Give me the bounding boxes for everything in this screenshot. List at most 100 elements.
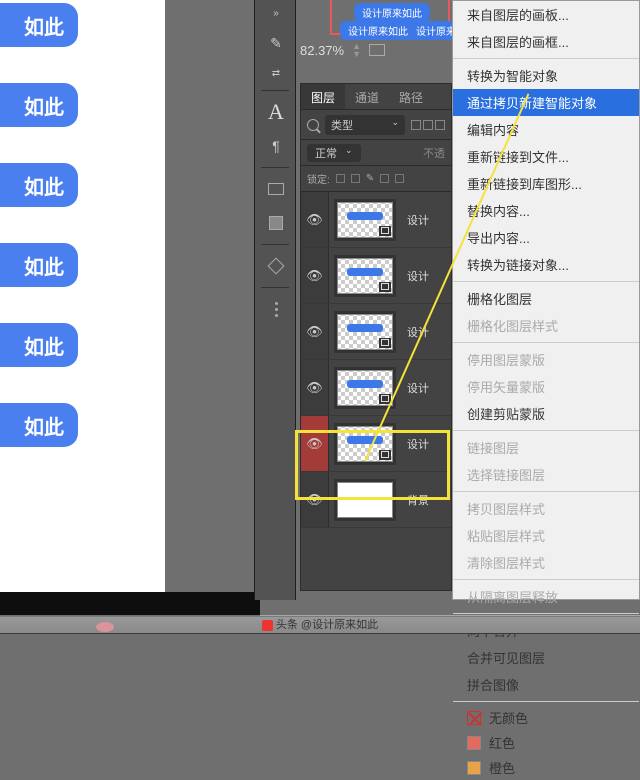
layer-row[interactable]: 👁 设计	[301, 360, 451, 416]
layer-thumbnail[interactable]	[334, 199, 396, 241]
smart-object-icon	[379, 338, 391, 348]
menu-disable-layer-mask: 停用图层蒙版	[453, 346, 639, 373]
watermark-logo-icon	[262, 620, 273, 631]
menu-copy-layer-style: 拷贝图层样式	[453, 495, 639, 522]
menu-replace-contents[interactable]: 替换内容...	[453, 197, 639, 224]
visibility-toggle[interactable]: 👁	[301, 304, 329, 359]
layer-row[interactable]: 👁 设计	[301, 192, 451, 248]
tool-options-strip: » ✎ ⇄ A ¶	[254, 0, 296, 600]
menu-release-isolation: 从隔离图层释放	[453, 583, 639, 610]
watermark: 头条 @设计原来如此	[0, 615, 640, 633]
lock-all-icon[interactable]	[395, 174, 404, 183]
zoom-control[interactable]: 82.37% ▲▼	[300, 42, 385, 58]
type-tool-icon[interactable]: A	[268, 99, 284, 125]
swap-icon[interactable]: ⇄	[255, 60, 297, 86]
visibility-toggle[interactable]: 👁	[301, 472, 329, 527]
square-icon[interactable]	[255, 206, 297, 240]
lock-brush-icon[interactable]: ✎	[366, 173, 374, 184]
menu-clear-layer-style: 清除图层样式	[453, 549, 639, 576]
menu-new-smart-object-via-copy[interactable]: 通过拷贝新建智能对象	[453, 89, 639, 116]
layer-name[interactable]: 设计	[401, 324, 429, 340]
red-swatch-icon	[467, 736, 481, 750]
blend-mode-select[interactable]: 正常⌄	[307, 144, 361, 162]
fit-screen-icon[interactable]	[369, 44, 385, 56]
menu-convert-smart-object[interactable]: 转换为智能对象	[453, 62, 639, 89]
menu-flatten[interactable]: 拼合图像	[453, 671, 639, 698]
canvas-chip: 设计原来如此	[340, 21, 416, 40]
layer-thumbnail[interactable]	[334, 255, 396, 297]
menu-edit-contents[interactable]: 编辑内容	[453, 116, 639, 143]
smart-object-icon	[379, 394, 391, 404]
layer-name[interactable]: 背景	[401, 492, 429, 508]
menu-create-clipping-mask[interactable]: 创建剪贴蒙版	[453, 400, 639, 427]
menu-rasterize-layer[interactable]: 栅格化图层	[453, 285, 639, 312]
canvas-pill: 如此	[0, 3, 78, 47]
lock-position-icon[interactable]	[351, 174, 360, 183]
menu-from-artboard[interactable]: 来自图层的画板...	[453, 1, 639, 28]
layer-row[interactable]: 👁 设计	[301, 416, 451, 472]
brush-tool-icon[interactable]: ✎	[255, 26, 297, 60]
layer-name[interactable]: 设计	[401, 268, 429, 284]
layer-row[interactable]: 👁 设计	[301, 248, 451, 304]
layer-thumbnail[interactable]	[334, 311, 396, 353]
collapse-icon[interactable]: »	[255, 0, 297, 26]
tab-layers[interactable]: 图层	[301, 84, 345, 109]
orange-swatch-icon	[467, 761, 481, 775]
layer-row[interactable]: 👁 背景	[301, 472, 451, 528]
menu-export-contents[interactable]: 导出内容...	[453, 224, 639, 251]
layer-thumbnail[interactable]	[334, 367, 396, 409]
menu-relink-library[interactable]: 重新链接到库图形...	[453, 170, 639, 197]
layer-name[interactable]: 设计	[401, 436, 429, 452]
menu-relink-file[interactable]: 重新链接到文件...	[453, 143, 639, 170]
layer-name[interactable]: 设计	[401, 380, 429, 396]
menu-color-orange[interactable]: 橙色	[453, 755, 639, 780]
smart-object-icon	[379, 226, 391, 236]
canvas-pill: 如此	[0, 243, 78, 287]
canvas-pill: 如此	[0, 403, 78, 447]
layers-panel: 图层 通道 路径 类型⌄ 正常⌄ 不透 锁定: ✎ 👁 设计 👁 设计 👁 设计 👁 设…	[300, 83, 452, 591]
no-color-icon	[467, 711, 481, 725]
zoom-stepper-icon[interactable]: ▲▼	[352, 42, 361, 58]
layers-list: 👁 设计 👁 设计 👁 设计 👁 设计 👁 设计 👁 背景	[301, 192, 451, 528]
layer-context-menu: 来自图层的画板... 来自图层的画框... 转换为智能对象 通过拷贝新建智能对象…	[452, 0, 640, 600]
layer-name[interactable]: 设计	[401, 212, 429, 228]
opacity-label: 不透	[423, 145, 445, 161]
lock-label: 锁定:	[307, 171, 330, 186]
smart-object-icon	[379, 282, 391, 292]
canvas-pill: 如此	[0, 83, 78, 127]
menu-rasterize-style: 栅格化图层样式	[453, 312, 639, 339]
lock-artboard-icon[interactable]	[380, 174, 389, 183]
smart-object-icon	[379, 450, 391, 460]
menu-merge-visible[interactable]: 合并可见图层	[453, 644, 639, 671]
layer-row[interactable]: 👁 设计	[301, 304, 451, 360]
canvas-document[interactable]: 如此 如此 如此 如此 如此 如此	[0, 0, 165, 600]
layer-thumbnail[interactable]	[334, 479, 396, 521]
tab-paths[interactable]: 路径	[389, 84, 433, 109]
menu-disable-vector-mask: 停用矢量蒙版	[453, 373, 639, 400]
menu-color-red[interactable]: 红色	[453, 730, 639, 755]
tab-channels[interactable]: 通道	[345, 84, 389, 109]
canvas-pill: 如此	[0, 323, 78, 367]
paragraph-icon[interactable]: ¶	[255, 129, 297, 163]
menu-link-layers: 链接图层	[453, 434, 639, 461]
menu-select-linked: 选择链接图层	[453, 461, 639, 488]
menu-paste-layer-style: 粘贴图层样式	[453, 522, 639, 549]
rect-icon[interactable]	[255, 172, 297, 206]
menu-convert-linked[interactable]: 转换为链接对象...	[453, 251, 639, 278]
search-icon[interactable]	[307, 119, 319, 131]
menu-from-frame[interactable]: 来自图层的画框...	[453, 28, 639, 55]
visibility-toggle[interactable]: 👁	[301, 360, 329, 415]
visibility-toggle[interactable]: 👁	[301, 248, 329, 303]
canvas-chip: 设计原来如此	[354, 3, 430, 22]
visibility-toggle[interactable]: 👁	[301, 192, 329, 247]
canvas-pill: 如此	[0, 163, 78, 207]
diamond-icon[interactable]	[255, 249, 297, 283]
zoom-value: 82.37%	[300, 43, 344, 58]
layer-thumbnail[interactable]	[334, 423, 396, 465]
lock-pixels-icon[interactable]	[336, 174, 345, 183]
filter-type-select[interactable]: 类型⌄	[325, 115, 405, 135]
filter-icons[interactable]	[411, 120, 445, 130]
more-icon[interactable]	[255, 292, 297, 326]
menu-color-none[interactable]: 无颜色	[453, 705, 639, 730]
visibility-toggle[interactable]: 👁	[301, 416, 329, 471]
